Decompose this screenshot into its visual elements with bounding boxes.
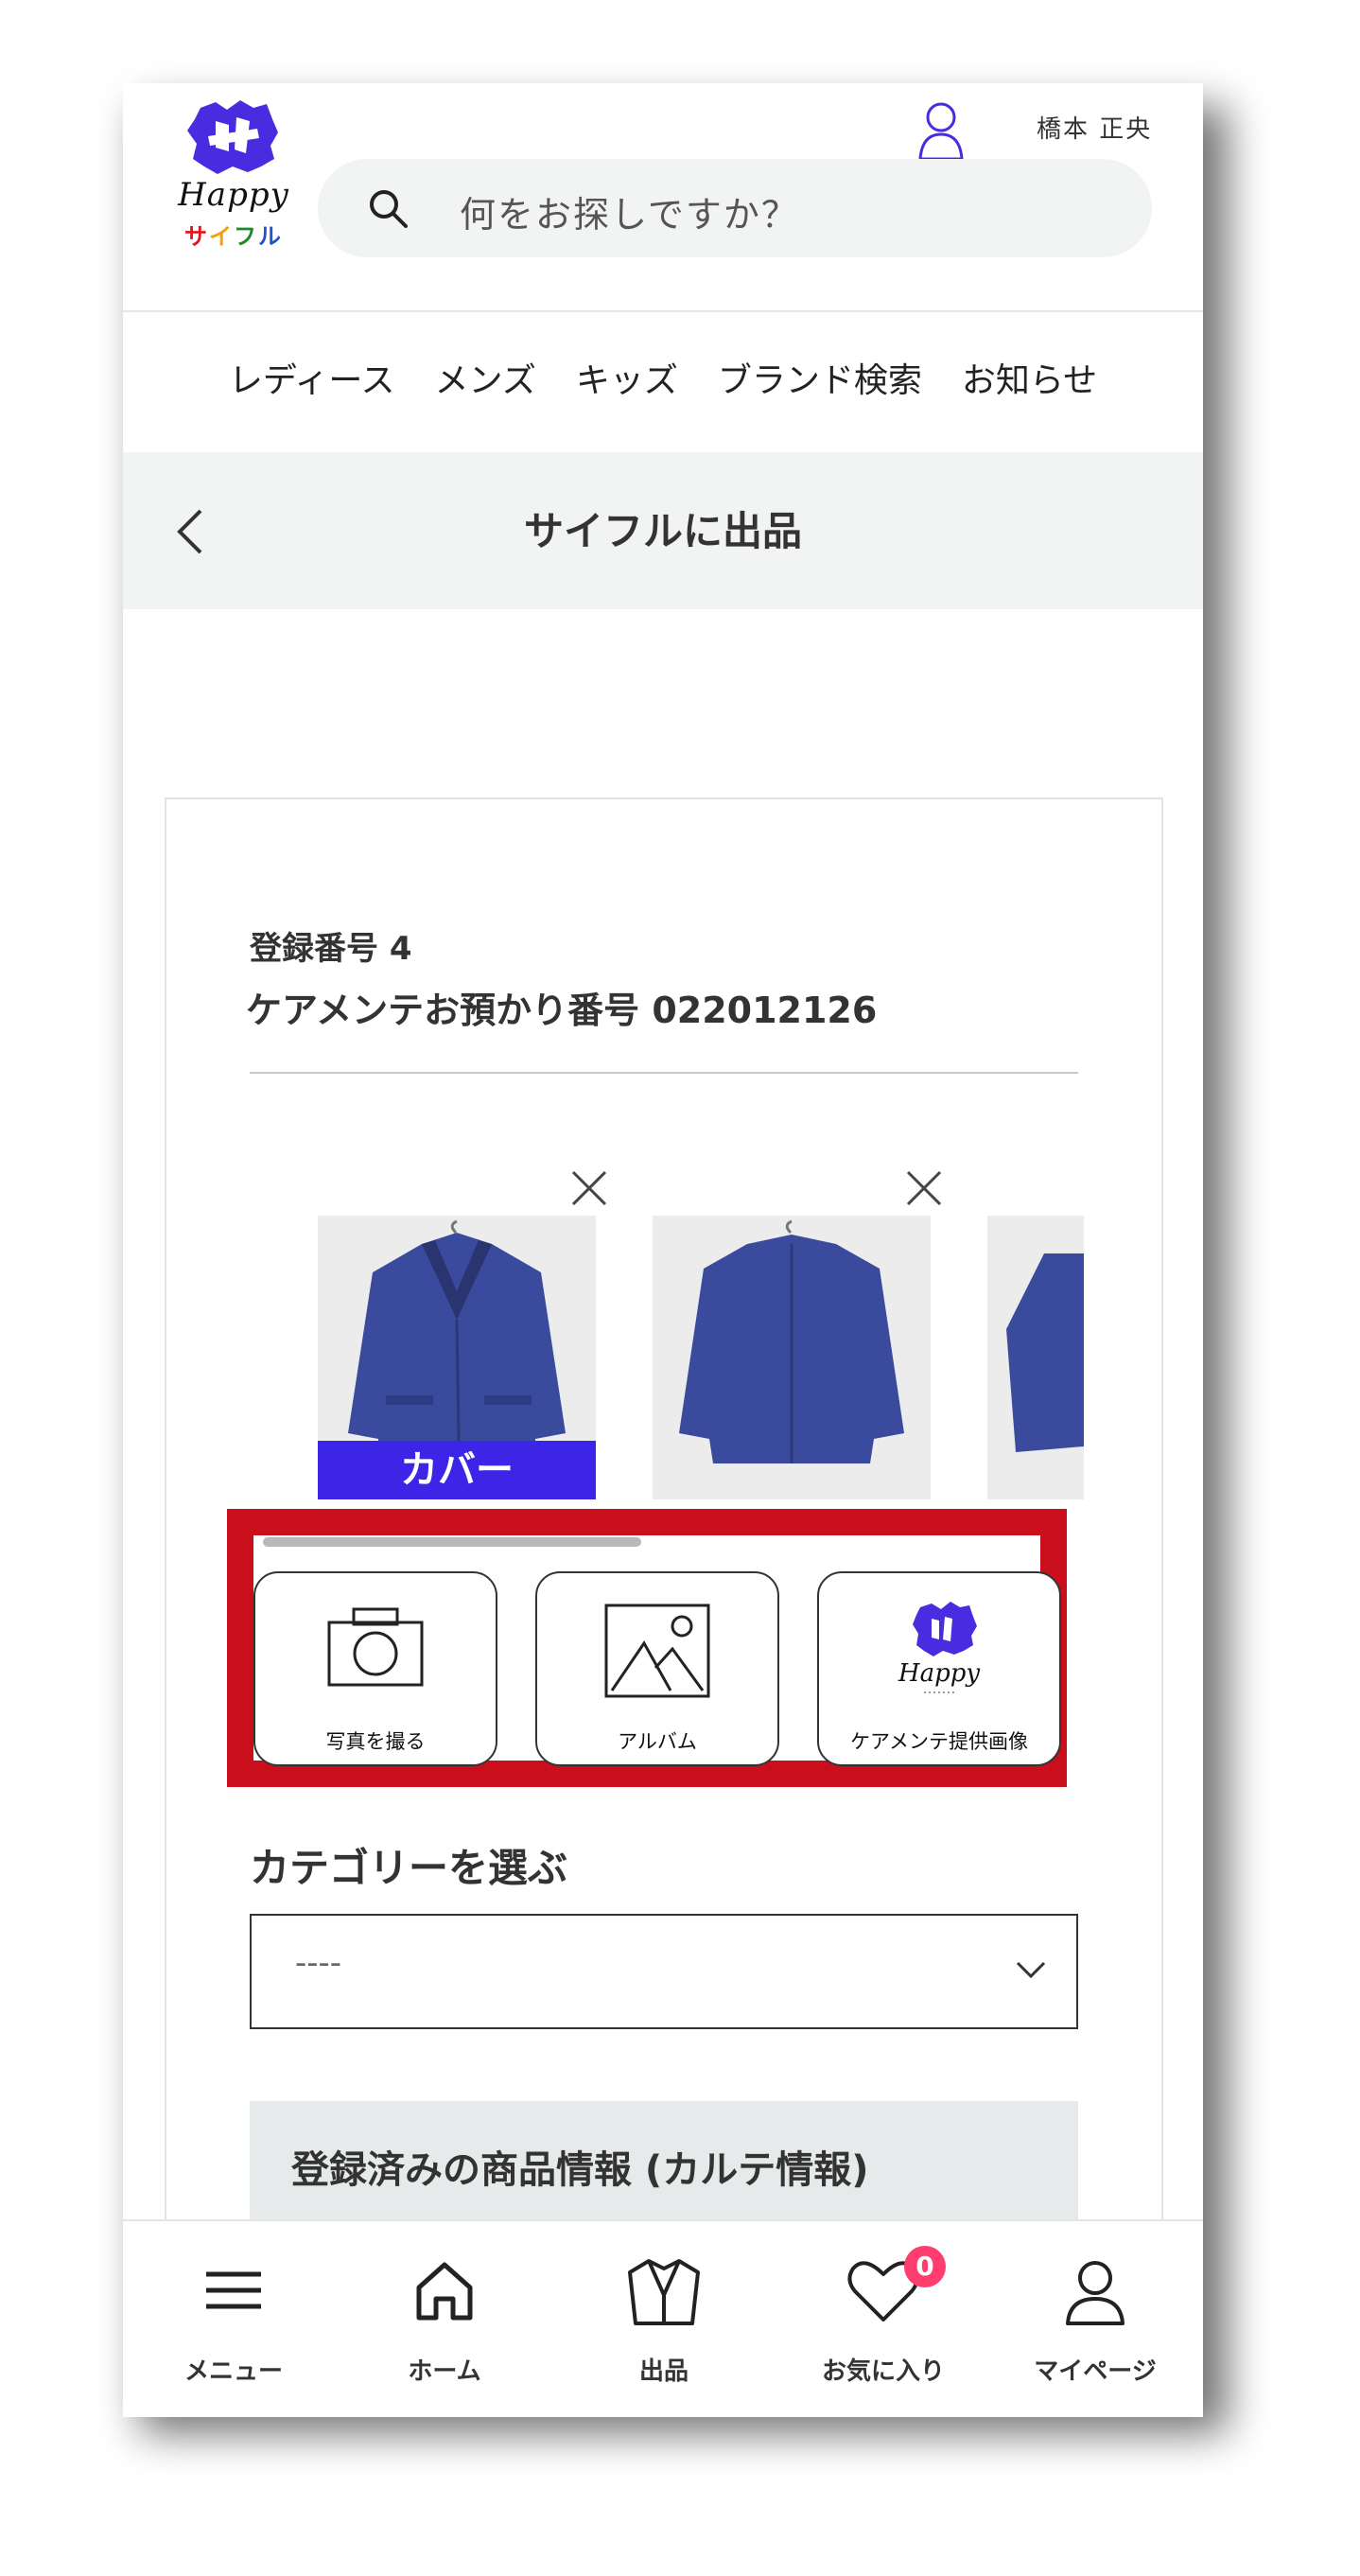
tab-mypage-label: マイページ (1034, 2357, 1157, 2386)
card-divider (250, 1072, 1078, 1074)
nav-item-ladies[interactable]: レディース (229, 353, 395, 402)
sell-icon (628, 2259, 700, 2325)
registered-item-info-title: 登録済みの商品情報 (カルテ情報) (291, 2148, 869, 2192)
album-label: アルバム (618, 1730, 697, 1753)
photo-thumbnail-back[interactable] (653, 1216, 931, 1499)
nav-item-mens[interactable]: メンズ (435, 353, 536, 402)
search-placeholder: 何をお探しですか？ (460, 194, 799, 236)
home-icon (416, 2262, 473, 2321)
nav-item-brand-search[interactable]: ブランド検索 (718, 353, 922, 402)
favorites-count-badge: 0 (904, 2246, 946, 2287)
jacket-side-image (987, 1216, 1084, 1499)
tab-menu[interactable]: メニュー (148, 2257, 319, 2399)
photo-carousel[interactable]: カバー (318, 1216, 1084, 1509)
tab-home[interactable]: ホーム (359, 2257, 530, 2399)
bottom-navigation: メニュー ホーム 出品 0 お気に入り マイページ (123, 2219, 1203, 2417)
horizontal-scrollbar[interactable] (263, 1537, 641, 1547)
nav-item-news[interactable]: お知らせ (962, 353, 1097, 402)
photo-thumbnail-side[interactable] (987, 1216, 1084, 1499)
logo-subtitle: サイフル (184, 223, 283, 250)
tab-mypage[interactable]: マイページ (1010, 2257, 1180, 2399)
happy-saifuru-logo[interactable]: Happy サイフル (161, 100, 303, 252)
take-photo-button[interactable]: 写真を撮る (253, 1571, 497, 1766)
album-icon (604, 1603, 710, 1698)
logo-wordmark: Happy (178, 176, 289, 214)
album-button[interactable]: アルバム (535, 1571, 779, 1766)
page-title: サイフルに出品 (523, 508, 802, 554)
listing-card: 登録番号 4 ケアメンテお預かり番号 022012126 カバー 写真を撮る ア… (165, 797, 1163, 2417)
category-select[interactable]: ---- (250, 1914, 1078, 2029)
nav-item-kids[interactable]: キッズ (576, 353, 678, 402)
phone-screen: Happy サイフル 橋本 正央 何をお探しですか？ レディース メンズ キッズ… (123, 83, 1203, 2417)
category-nav: レディース メンズ キッズ ブランド検索 お知らせ (123, 353, 1203, 402)
user-icon (1066, 2261, 1125, 2325)
page-titlebar: サイフルに出品 (123, 452, 1203, 609)
photo-thumbnail-front[interactable]: カバー (318, 1216, 596, 1499)
tab-favorites-label: お気に入り (821, 2357, 945, 2386)
delete-photo-2-icon[interactable] (904, 1168, 944, 1208)
tab-menu-label: メニュー (183, 2357, 283, 2386)
user-name[interactable]: 橋本 正央 (1037, 110, 1152, 145)
care-maintenance-images-label: ケアメンテ提供画像 (850, 1730, 1028, 1753)
care-number: ケアメンテお預かり番号 022012126 (246, 990, 878, 1031)
cover-label: カバー (318, 1441, 596, 1499)
photo-source-highlight: 写真を撮る アルバム Happy ケアメンテ提供画像 (227, 1509, 1067, 1787)
account-icon[interactable] (913, 96, 969, 163)
tab-home-label: ホーム (408, 2357, 481, 2386)
camera-icon (327, 1607, 424, 1687)
chevron-down-icon (1016, 1961, 1046, 1979)
delete-photo-1-icon[interactable] (569, 1168, 609, 1208)
svg-text:Happy: Happy (898, 1659, 980, 1688)
logo-mark-icon (187, 100, 278, 174)
registration-number: 登録番号 4 (250, 930, 412, 968)
header-divider (123, 310, 1203, 312)
category-heading: カテゴリーを選ぶ (250, 1845, 568, 1891)
care-maintenance-images-button[interactable]: Happy ケアメンテ提供画像 (817, 1571, 1061, 1766)
jacket-back-image (653, 1216, 931, 1499)
take-photo-label: 写真を撮る (325, 1730, 426, 1753)
happy-logo-icon: Happy (898, 1602, 980, 1693)
search-icon (370, 190, 408, 228)
tab-sell[interactable]: 出品 (579, 2257, 749, 2399)
category-select-value: ---- (295, 1944, 342, 1982)
search-input[interactable]: 何をお探しですか？ (318, 159, 1152, 257)
tab-favorites[interactable]: 0 お気に入り (798, 2246, 968, 2399)
tab-sell-label: 出品 (638, 2357, 689, 2386)
menu-icon (206, 2271, 261, 2309)
